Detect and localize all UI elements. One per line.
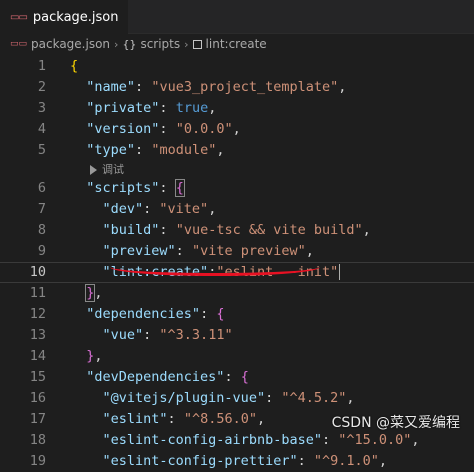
breadcrumb-lint-create[interactable]: lint:create: [206, 37, 267, 51]
codelens-debug-label[interactable]: 调试: [102, 161, 124, 178]
json-file-icon: ▭▭: [10, 11, 28, 23]
breadcrumb-file[interactable]: package.json: [31, 37, 110, 51]
code-line-18[interactable]: 18 "eslint-config-airbnb-base": "^15.0.0…: [0, 430, 474, 451]
line-number: 16: [29, 390, 46, 406]
codelens-debug[interactable]: 调试: [0, 161, 474, 178]
code-line-12[interactable]: 12 "dependencies": {: [0, 304, 474, 325]
string-property-icon: [192, 39, 202, 49]
line-number: 9: [37, 243, 46, 259]
line-number: 4: [37, 121, 46, 137]
breadcrumb-scripts[interactable]: scripts: [140, 37, 180, 51]
object-braces-icon: {}: [122, 37, 137, 51]
code-line-3[interactable]: 3 "private": true,: [0, 98, 474, 119]
tab-label: package.json: [32, 9, 119, 25]
code-line-4[interactable]: 4 "version": "0.0.0",: [0, 119, 474, 140]
json-file-icon: ▭▭: [10, 39, 28, 49]
line-number: 17: [29, 411, 46, 427]
line-number: 8: [37, 222, 46, 238]
tab-package-json[interactable]: ▭▭ package.json: [0, 0, 128, 34]
code-line-19[interactable]: 19 "eslint-config-prettier": "^9.1.0",: [0, 451, 474, 472]
tab-bar-empty: [128, 0, 474, 34]
line-number: 15: [29, 369, 46, 385]
tab-bar: ▭▭ package.json: [0, 0, 474, 34]
line-number: 11: [29, 285, 46, 301]
play-icon: [90, 165, 97, 175]
line-number: 10: [29, 264, 46, 280]
breadcrumb-separator: ›: [184, 37, 189, 51]
line-number: 13: [29, 327, 46, 343]
brace-open: {: [70, 58, 79, 74]
code-line-5[interactable]: 5 "type": "module",: [0, 140, 474, 161]
line-number: 6: [37, 180, 46, 196]
code-editor[interactable]: 1 { 2 "name": "vue3_project_template", 3…: [0, 54, 474, 472]
code-line-16[interactable]: 16 "@vitejs/plugin-vue": "^4.5.2",: [0, 388, 474, 409]
line-number: 12: [29, 306, 46, 322]
code-line-9[interactable]: 9 "preview": "vite preview",: [0, 241, 474, 262]
line-number: 7: [37, 201, 46, 217]
line-number: 2: [37, 79, 46, 95]
code-line-2[interactable]: 2 "name": "vue3_project_template",: [0, 77, 474, 98]
line-number: 5: [37, 142, 46, 158]
code-line-11[interactable]: 11 },: [0, 283, 474, 304]
breadcrumb: ▭▭ package.json › {} scripts › lint:crea…: [0, 34, 474, 54]
line-number: 3: [37, 100, 46, 116]
code-line-13[interactable]: 13 "vue": "^3.3.11": [0, 325, 474, 346]
csdn-watermark: CSDN @菜又爱编程: [331, 415, 460, 431]
line-number: 14: [29, 348, 46, 364]
code-line-6[interactable]: 6 "scripts": {: [0, 178, 474, 199]
line-number: 1: [37, 58, 46, 74]
line-number: 18: [29, 432, 46, 448]
code-line-1[interactable]: 1 {: [0, 56, 474, 77]
line-number: 19: [29, 453, 46, 469]
code-line-14[interactable]: 14 },: [0, 346, 474, 367]
code-line-15[interactable]: 15 "devDependencies": {: [0, 367, 474, 388]
code-line-7[interactable]: 7 "dev": "vite",: [0, 199, 474, 220]
breadcrumb-separator: ›: [114, 37, 119, 51]
code-line-8[interactable]: 8 "build": "vue-tsc && vite build",: [0, 220, 474, 241]
text-cursor: [339, 264, 341, 280]
